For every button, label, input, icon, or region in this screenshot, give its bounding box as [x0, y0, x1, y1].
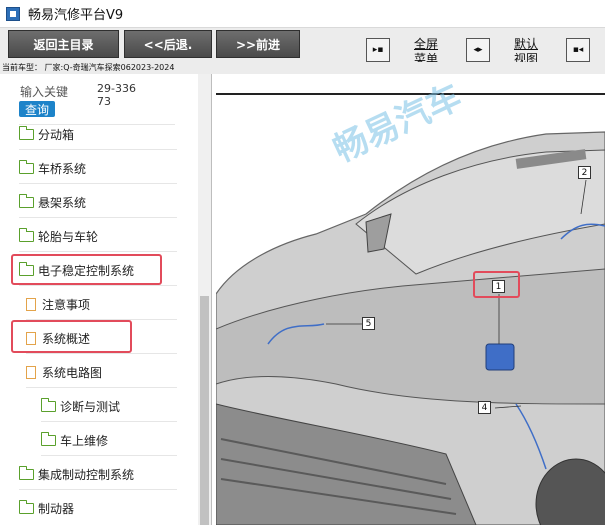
callout-label: 4: [478, 401, 491, 414]
divider: [19, 217, 177, 218]
scrollbar-thumb[interactable]: [200, 296, 209, 525]
tree-item-suspension[interactable]: 悬架系统: [18, 190, 86, 214]
callout-label: 2: [578, 166, 591, 179]
folder-icon: [40, 431, 56, 446]
divider: [19, 489, 177, 490]
tree-item-onvehicle-service[interactable]: 车上维修: [40, 428, 108, 452]
tree-item-integrated-brake[interactable]: 集成制动控制系统: [18, 462, 134, 486]
scrollbar[interactable]: [198, 74, 211, 525]
diagram-view: 畅易汽车 1 2 4 5: [216, 74, 605, 525]
tree-item-diagnosis[interactable]: 诊断与测试: [40, 394, 120, 418]
folder-icon: [18, 125, 34, 140]
tree-item-tires-wheels[interactable]: 轮胎与车轮: [18, 224, 98, 248]
highlight-box: [11, 320, 132, 353]
divider: [26, 387, 177, 388]
car-illustration: [216, 131, 605, 525]
navigation-panel: 输入关键 查询 29-33673 分动箱 车桥系统 悬架系统 轮胎与车轮 电子稳…: [0, 74, 212, 525]
highlight-box: [11, 254, 162, 285]
toolbar: 返回主目录 <<后退. >>前进 ▸▪ 全屏 菜单 ◂▸ 默认 视图 ▪◂: [0, 28, 605, 66]
folder-icon: [18, 499, 34, 514]
search-button[interactable]: 查询: [19, 101, 55, 117]
app-logo-icon: [6, 6, 20, 21]
title-bar: 畅易汽修平台V9: [0, 0, 605, 28]
back-to-home-button[interactable]: 返回主目录: [8, 30, 119, 58]
panel-left-icon[interactable]: ▪◂: [566, 38, 590, 62]
tree-item-precautions[interactable]: 注意事项: [26, 292, 90, 316]
divider: [19, 183, 177, 184]
search-input[interactable]: 29-33673: [97, 82, 137, 108]
folder-icon: [18, 193, 34, 208]
folder-icon: [18, 159, 34, 174]
back-button[interactable]: <<后退.: [124, 30, 212, 58]
divider: [41, 455, 177, 456]
folder-icon: [18, 465, 34, 480]
callout-label: 5: [362, 317, 375, 330]
divider: [19, 251, 177, 252]
search-label: 输入关键: [20, 85, 69, 99]
divider: [26, 353, 177, 354]
vehicle-info: 当前车型： 厂家:Q-奇瑞汽车探索062023-2024: [0, 62, 605, 74]
tree-item-axle[interactable]: 车桥系统: [18, 156, 86, 180]
callout-label: 1: [492, 280, 505, 293]
tree-item-transfer-case[interactable]: 分动箱: [18, 122, 74, 146]
forward-button[interactable]: >>前进: [216, 30, 300, 58]
document-icon: [26, 365, 36, 379]
expand-panels-icon[interactable]: ◂▸: [466, 38, 490, 62]
folder-icon: [40, 397, 56, 412]
folder-icon: [18, 227, 34, 242]
divider: [19, 149, 177, 150]
document-icon: [26, 297, 36, 311]
tree-item-wiring[interactable]: 系统电路图: [26, 360, 102, 384]
divider: [19, 285, 177, 286]
tree-item-brakes[interactable]: 制动器: [18, 496, 74, 520]
panel-right-icon[interactable]: ▸▪: [366, 38, 390, 62]
divider: [41, 421, 177, 422]
window-title: 畅易汽修平台V9: [28, 8, 124, 23]
